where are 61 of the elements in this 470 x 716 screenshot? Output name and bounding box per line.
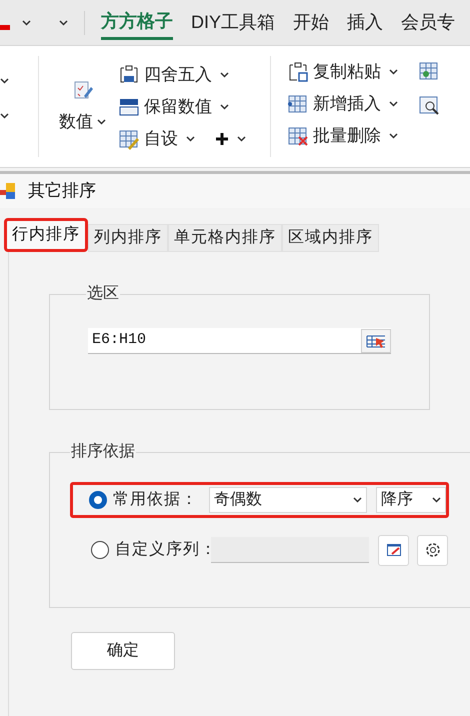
app-icon	[0, 182, 16, 200]
basis-dropdown[interactable]: 奇偶数	[209, 487, 367, 513]
chevron-down-icon	[220, 72, 229, 78]
ribbon-button[interactable]: 批量删除	[287, 120, 398, 152]
group-title: 选区	[86, 284, 120, 304]
chevron-down-icon	[0, 112, 9, 119]
chevron-down-icon	[389, 69, 398, 75]
clipboard-numbers-icon	[118, 64, 140, 86]
ribbon-tab[interactable]: 插入	[347, 4, 384, 41]
table-pencil-icon	[118, 128, 140, 150]
window-icon	[386, 544, 400, 556]
option-label: 常用依据：	[113, 491, 198, 508]
settings-button[interactable]	[417, 534, 448, 566]
chevron-down-icon	[0, 78, 9, 84]
table-delete-icon	[287, 125, 309, 147]
clipboard-icon	[287, 61, 309, 83]
dialog-tab[interactable]: 区域内排序	[282, 224, 379, 252]
search-icon	[418, 94, 440, 116]
chevron-down-icon	[220, 104, 229, 110]
edit-icon	[72, 78, 94, 101]
chevron-down-icon	[389, 133, 398, 139]
table-insert-icon	[287, 93, 309, 115]
dialog-tab[interactable]: 行内排序	[4, 218, 88, 252]
ribbon-tab[interactable]: 会员专	[401, 4, 456, 41]
sequence-picker-button[interactable]	[378, 534, 409, 566]
dialog-title: 其它排序	[28, 180, 96, 202]
ribbon-tab[interactable]: 方方格子	[101, 5, 173, 40]
range-picker-button[interactable]	[361, 328, 391, 352]
ribbon-button[interactable]: 四舍五入	[118, 58, 246, 90]
settings-icon	[424, 542, 440, 558]
chevron-down-icon	[186, 136, 195, 142]
chevron-down-icon	[432, 497, 441, 503]
radio-button[interactable]	[89, 491, 107, 509]
ribbon-button[interactable]: 保留数值	[118, 90, 246, 122]
font-color-icon	[0, 25, 10, 30]
group-title: 排序依据	[70, 442, 136, 462]
chevron-down-icon	[22, 20, 31, 26]
option-label: 自定义序列：	[115, 541, 217, 558]
dialog-tab[interactable]: 列内排序	[88, 224, 168, 252]
ribbon-tab[interactable]: 开始	[293, 4, 330, 41]
plus-icon	[215, 132, 229, 146]
ribbon-tab[interactable]: DIY工具箱	[191, 4, 276, 41]
chevron-down-icon	[59, 20, 68, 26]
ribbon-button[interactable]: 新增插入	[287, 88, 398, 120]
ribbon-button[interactable]: 复制粘贴	[287, 56, 398, 88]
range-value: E6:H10	[92, 330, 146, 350]
range-field[interactable]: E6:H10	[88, 328, 391, 354]
radio-button[interactable]	[91, 541, 109, 559]
value-button[interactable]: 数值	[55, 78, 110, 134]
dialog-tab[interactable]: 单元格内排序	[168, 224, 282, 252]
chevron-down-icon	[97, 118, 106, 124]
ribbon-button[interactable]: 自设	[118, 122, 195, 154]
chevron-down-icon	[389, 101, 398, 107]
chevron-down-icon	[237, 136, 246, 142]
table-icon	[418, 60, 440, 82]
chevron-down-icon	[353, 497, 362, 503]
custom-sequence-field[interactable]	[211, 537, 369, 563]
add-button[interactable]	[215, 132, 246, 146]
order-dropdown[interactable]: 降序	[376, 487, 446, 513]
range-select-icon	[366, 334, 386, 348]
ok-button[interactable]: 确定	[71, 632, 175, 670]
